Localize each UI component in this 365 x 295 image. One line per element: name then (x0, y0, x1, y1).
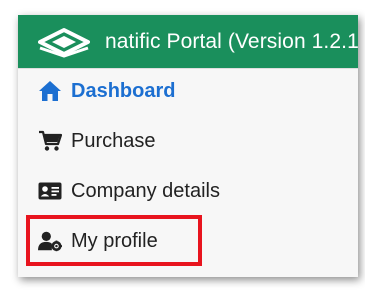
sidebar-item-dashboard[interactable]: Dashboard (18, 66, 358, 116)
sidebar-item-my-profile[interactable]: My profile (18, 216, 358, 266)
sidebar-item-label: Dashboard (71, 79, 176, 102)
id-card-icon (38, 179, 62, 203)
sidebar-item-label: My profile (71, 229, 158, 252)
natific-logo-icon[interactable] (38, 26, 90, 58)
app-title: natific Portal (Version 1.2.1. (105, 30, 358, 53)
sidebar-item-company-details[interactable]: Company details (18, 166, 358, 216)
shopping-cart-icon (38, 129, 62, 153)
sidebar-item-label: Company details (71, 179, 220, 202)
user-cog-icon (38, 229, 62, 253)
home-icon (38, 79, 62, 103)
sidebar-panel: natific Portal (Version 1.2.1. Dashboard… (18, 15, 358, 277)
sidebar-item-purchase[interactable]: Purchase (18, 116, 358, 166)
header-bar: natific Portal (Version 1.2.1. (18, 15, 358, 68)
sidebar-item-label: Purchase (71, 129, 156, 152)
